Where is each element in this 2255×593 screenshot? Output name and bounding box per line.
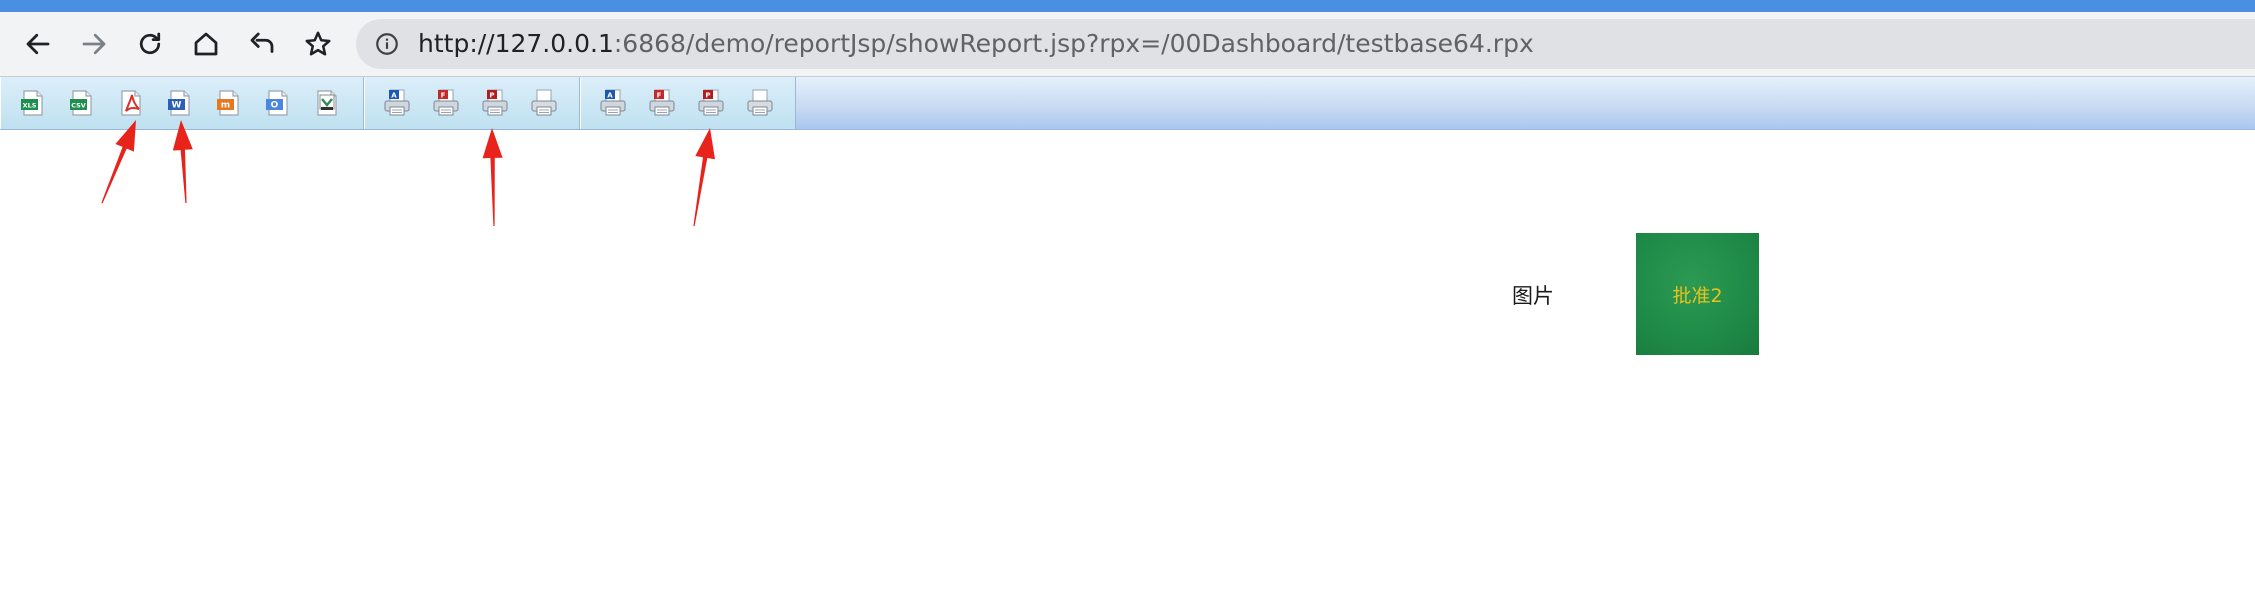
home-icon (194, 32, 218, 56)
print2-pdf-icon: P (698, 89, 724, 116)
print2-flash-button[interactable]: F (644, 85, 680, 121)
print-group: AFP (364, 77, 580, 129)
address-bar[interactable]: http://127.0.0.1:6868/demo/reportJsp/sho… (356, 19, 2255, 69)
reload-button[interactable] (130, 24, 170, 64)
export-csv-icon: CSV (70, 90, 92, 116)
undo-icon (250, 32, 274, 53)
export-word-icon: W (168, 90, 190, 116)
print-direct-button[interactable] (526, 85, 562, 121)
bookmark-button[interactable] (298, 24, 338, 64)
export-csv-button[interactable]: CSV (64, 85, 100, 121)
export-image-icon (317, 90, 337, 116)
print-pdf-button[interactable]: P (477, 85, 513, 121)
arrow-word (172, 120, 193, 203)
back-button[interactable] (18, 24, 58, 64)
forward-icon (82, 33, 106, 55)
approval-image: 批准2 (1636, 233, 1759, 355)
forward-button[interactable] (74, 24, 114, 64)
print2-pdf-button[interactable]: P (693, 85, 729, 121)
arrow-pdf (101, 120, 136, 204)
print2-applet-button[interactable]: A (595, 85, 631, 121)
approval-image-text: 批准2 (1672, 284, 1723, 307)
report-toolbar: XLS CSV Wm O A F P A F P (0, 77, 2255, 130)
print2-applet-icon: A (600, 89, 626, 116)
image-label: 图片 (1512, 284, 1554, 308)
svg-text:W: W (172, 101, 182, 111)
export-html-button[interactable]: m (211, 85, 247, 121)
home-button[interactable] (186, 24, 226, 64)
bookmark-star-icon (305, 31, 331, 56)
svg-text:F: F (441, 92, 446, 100)
svg-text:XLS: XLS (23, 102, 37, 110)
svg-text:F: F (657, 92, 662, 100)
export-ofd-button[interactable]: O (260, 85, 296, 121)
svg-text:CSV: CSV (71, 102, 86, 110)
svg-text:P: P (705, 92, 710, 100)
export-image-button[interactable] (309, 85, 345, 121)
svg-text:A: A (607, 92, 613, 100)
print-flash-icon: F (433, 89, 459, 116)
page: http://127.0.0.1:6868/demo/reportJsp/sho… (0, 0, 2255, 593)
svg-text:A: A (391, 92, 397, 100)
export-pdf-icon (121, 90, 141, 116)
site-info-icon[interactable] (374, 31, 400, 57)
export-excel-icon: XLS (21, 90, 43, 116)
browser-toolbar: http://127.0.0.1:6868/demo/reportJsp/sho… (0, 12, 2255, 77)
print-applet-button[interactable]: A (379, 85, 415, 121)
back-icon (26, 33, 50, 55)
export-html-icon: m (217, 90, 239, 116)
print-flash-button[interactable]: F (428, 85, 464, 121)
window-top-strip (0, 0, 2255, 12)
url-text: http://127.0.0.1:6868/demo/reportJsp/sho… (418, 28, 1534, 60)
svg-text:P: P (489, 92, 494, 100)
export-ofd-icon: O (266, 90, 288, 116)
url-path: :6868/demo/reportJsp/showReport.jsp?rpx=… (613, 29, 1534, 58)
reload-icon (139, 32, 161, 55)
arrow-print-pdf (482, 128, 503, 226)
url-host: http://127.0.0.1 (418, 29, 614, 58)
export-excel-button[interactable]: XLS (15, 85, 51, 121)
print-pdf-icon: P (482, 89, 508, 116)
print-direct-icon (531, 89, 557, 116)
export-group: XLS CSV Wm O (0, 77, 364, 129)
svg-text:O: O (271, 101, 279, 111)
print2-direct-button[interactable] (742, 85, 778, 121)
arrow-print2-pdf (693, 128, 715, 227)
undo-button[interactable] (242, 24, 282, 64)
svg-text:m: m (221, 101, 230, 111)
export-word-button[interactable]: W (162, 85, 198, 121)
print2-flash-icon: F (649, 89, 675, 116)
print-applet-icon: A (384, 89, 410, 116)
export-pdf-button[interactable] (113, 85, 149, 121)
print2-direct-icon (747, 89, 773, 116)
print2-group: AFP (580, 77, 796, 129)
